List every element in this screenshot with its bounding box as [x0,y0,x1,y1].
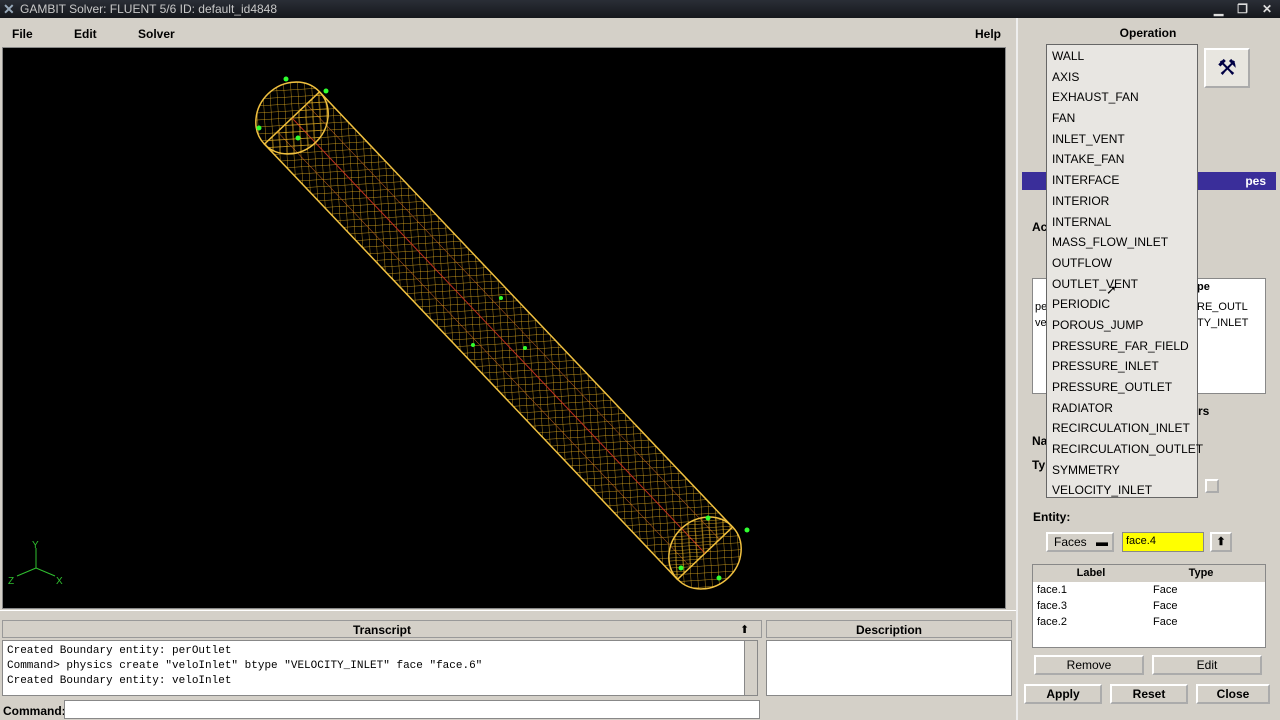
entity-type-select[interactable]: Faces ▬ [1046,532,1114,552]
dropdown-option[interactable]: PRESSURE_OUTLET [1047,377,1197,398]
transcript-line: Created Boundary entity: veloInlet [7,675,232,687]
transcript-line: Command> physics create "veloInlet" btyp… [7,660,483,672]
entity-label: Entity: [1033,510,1071,524]
dropdown-option[interactable]: INTERNAL [1047,212,1197,233]
dropdown-option[interactable]: PRESSURE_FAR_FIELD [1047,336,1197,357]
table-row[interactable]: face.2 Face [1033,614,1265,630]
operation-title: Operation [1119,26,1177,40]
command-input[interactable] [64,700,760,719]
entity-input[interactable]: face.4 [1122,532,1204,552]
dropdown-option[interactable]: RECIRCULATION_INLET [1047,418,1197,439]
reset-button[interactable]: Reset [1110,684,1188,704]
dropdown-option[interactable]: INTERFACE [1047,170,1197,191]
x-logo-icon: ✕ [3,1,15,17]
dropdown-option[interactable]: VELOCITY_INLET [1047,480,1197,501]
transcript-area[interactable]: Created Boundary entity: perOutlet Comma… [2,640,746,696]
entity-table[interactable]: Label Type face.1 Face face.3 Face face.2 F… [1032,564,1266,648]
menu-edit[interactable]: Edit [74,27,97,41]
dropdown-option[interactable]: WALL [1047,46,1197,67]
dropdown-option[interactable]: RECIRCULATION_OUTLET [1047,439,1203,460]
dropdown-option[interactable]: FAN [1047,108,1197,129]
transcript-scrollbar[interactable] [744,640,758,696]
table-row[interactable]: face.3 Face [1033,598,1265,614]
boundary-list-header: pe [1197,281,1210,293]
dropdown-option[interactable]: PERIODIC [1047,294,1197,315]
window-titlebar: ✕ GAMBIT Solver: FLUENT 5/6 ID: default_… [0,0,1280,18]
dropdown-option[interactable]: INTAKE_FAN [1047,149,1197,170]
menu-bar: File Edit Solver [0,18,1016,46]
window-title: GAMBIT Solver: FLUENT 5/6 ID: default_id… [20,2,278,16]
transcript-collapse-icon[interactable]: ⬆ [740,623,749,636]
dropdown-option[interactable]: POROUS_JUMP [1047,315,1197,336]
axis-z-label: Z [8,576,14,587]
list-item[interactable]: TY_INLET [1197,317,1248,329]
menu-solver[interactable]: Solver [138,27,175,41]
edit-button[interactable]: Edit [1152,655,1262,675]
menu-help[interactable]: Help [975,27,1001,41]
dropdown-option[interactable]: RADIATOR [1047,398,1197,419]
remove-button[interactable]: Remove [1034,655,1144,675]
menu-file[interactable]: File [12,27,33,41]
type-column-header: Type [1188,567,1214,579]
type-dropdown-button[interactable] [1205,479,1219,493]
close-icon[interactable]: ✕ [1262,0,1272,18]
dropdown-option[interactable]: OUTLET_VENT [1047,274,1197,295]
type-label: Ty [1032,458,1046,472]
label-column-header: Label [1076,567,1106,579]
dropdown-option[interactable]: INTERIOR [1047,191,1197,212]
separator [0,610,1016,618]
dropdown-option[interactable]: PRESSURE_INLET [1047,356,1197,377]
up-arrow-icon[interactable]: ⬆ [1210,532,1232,552]
description-title: Description [766,620,1012,638]
minimize-icon[interactable]: ▁ [1214,0,1223,18]
dropdown-option[interactable]: EXHAUST_FAN [1047,87,1197,108]
dropdown-option[interactable]: AXIS [1047,67,1197,88]
tools-icon[interactable]: ⚒ [1204,48,1250,88]
apply-button[interactable]: Apply [1024,684,1102,704]
list-item[interactable]: RE_OUTL [1197,301,1248,313]
list-item[interactable]: ve [1035,317,1047,329]
dropdown-option[interactable]: OUTFLOW [1047,253,1197,274]
table-row[interactable]: face.1 Face [1033,582,1265,598]
graphics-viewport[interactable]: Y Z X [2,47,1006,609]
transcript-line: Created Boundary entity: perOutlet [7,645,232,657]
close-button[interactable]: Close [1196,684,1270,704]
type-dropdown-menu[interactable]: WALL AXIS EXHAUST_FAN FAN INLET_VENT INT… [1046,44,1203,501]
parameters-label: rs [1198,404,1210,418]
dropdown-option[interactable]: MASS_FLOW_INLET [1047,232,1197,253]
axis-triad: Y Z X [8,540,63,587]
dropdown-option[interactable]: INLET_VENT [1047,129,1197,150]
description-area [766,640,1012,696]
dropdown-option[interactable]: SYMMETRY [1047,460,1197,481]
command-label: Command: [3,704,66,718]
maximize-icon[interactable]: ❐ [1237,0,1248,18]
transcript-title: Transcript [2,620,762,638]
axis-y-label: Y [32,540,39,551]
mouse-cursor-icon: ➚ [1106,282,1117,297]
axis-x-label: X [56,576,63,587]
mesh-cylinder [255,76,750,590]
